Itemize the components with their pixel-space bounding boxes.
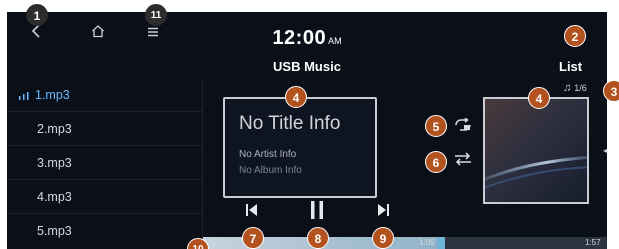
album-name: No Album Info xyxy=(239,165,302,176)
elapsed-time: 1:09 xyxy=(419,238,435,247)
playlist-item-1[interactable]: 1.mp3 xyxy=(7,78,203,112)
callout-badge-4-info: 4 xyxy=(285,86,307,108)
playlist-item-label: 1.mp3 xyxy=(35,88,70,102)
callout-badge-4-art: 4 xyxy=(528,87,550,109)
pause-icon[interactable] xyxy=(309,200,325,225)
page-title: USB Music xyxy=(273,59,341,74)
clock-ampm: AM xyxy=(328,36,342,46)
callout-badge-7: 7 xyxy=(242,227,264,249)
playlist-item-label: 3.mp3 xyxy=(37,156,72,170)
next-track-icon[interactable] xyxy=(376,202,390,223)
repeat-icon[interactable] xyxy=(454,117,472,137)
callout-badge-2: 2 xyxy=(564,25,586,47)
playlist-item-5[interactable]: 5.mp3 xyxy=(7,214,203,248)
callout-badge-8: 8 xyxy=(307,227,329,249)
track-info-panel[interactable]: No Title Info No Artist Info No Album In… xyxy=(223,97,377,198)
playlist: 1.mp3 2.mp3 3.mp3 4.mp3 5.mp3 xyxy=(7,78,203,249)
shuffle-icon[interactable] xyxy=(454,152,472,171)
clock: 12:00 AM xyxy=(7,27,607,50)
song-title: No Title Info xyxy=(239,113,341,134)
panel-expand-handle[interactable]: ◀ xyxy=(603,146,607,155)
media-screen: 12:00 AM USB Music List 1.mp3 2.mp3 3.mp3… xyxy=(7,12,607,249)
list-button[interactable]: List xyxy=(559,59,582,74)
previous-track-icon[interactable] xyxy=(245,202,259,223)
callout-badge-11: 11 xyxy=(145,4,167,26)
callout-badge-6: 6 xyxy=(425,151,447,173)
progress-handle[interactable] xyxy=(437,237,445,249)
callout-badge-1: 1 xyxy=(26,4,48,26)
playlist-item-label: 5.mp3 xyxy=(37,224,72,238)
track-counter: ♫ 1/6 xyxy=(563,82,587,94)
header: 12:00 AM USB Music List xyxy=(7,12,607,78)
callout-badge-5: 5 xyxy=(425,115,447,137)
album-art-image xyxy=(485,99,587,202)
callout-badge-9: 9 xyxy=(372,227,394,249)
total-time: 1:57 xyxy=(585,238,601,247)
playlist-item-2[interactable]: 2.mp3 xyxy=(7,112,203,146)
playlist-item-label: 2.mp3 xyxy=(37,122,72,136)
callout-badge-3: 3 xyxy=(603,80,619,102)
music-note-icon: ♫ xyxy=(563,82,572,94)
artist-name: No Artist Info xyxy=(239,149,297,160)
playlist-item-label: 4.mp3 xyxy=(37,190,72,204)
track-counter-text: 1/6 xyxy=(574,83,587,93)
playlist-item-3[interactable]: 3.mp3 xyxy=(7,146,203,180)
album-art[interactable] xyxy=(483,97,589,204)
playlist-item-4[interactable]: 4.mp3 xyxy=(7,180,203,214)
clock-time: 12:00 xyxy=(272,27,327,49)
now-playing-equalizer-icon xyxy=(19,79,31,113)
